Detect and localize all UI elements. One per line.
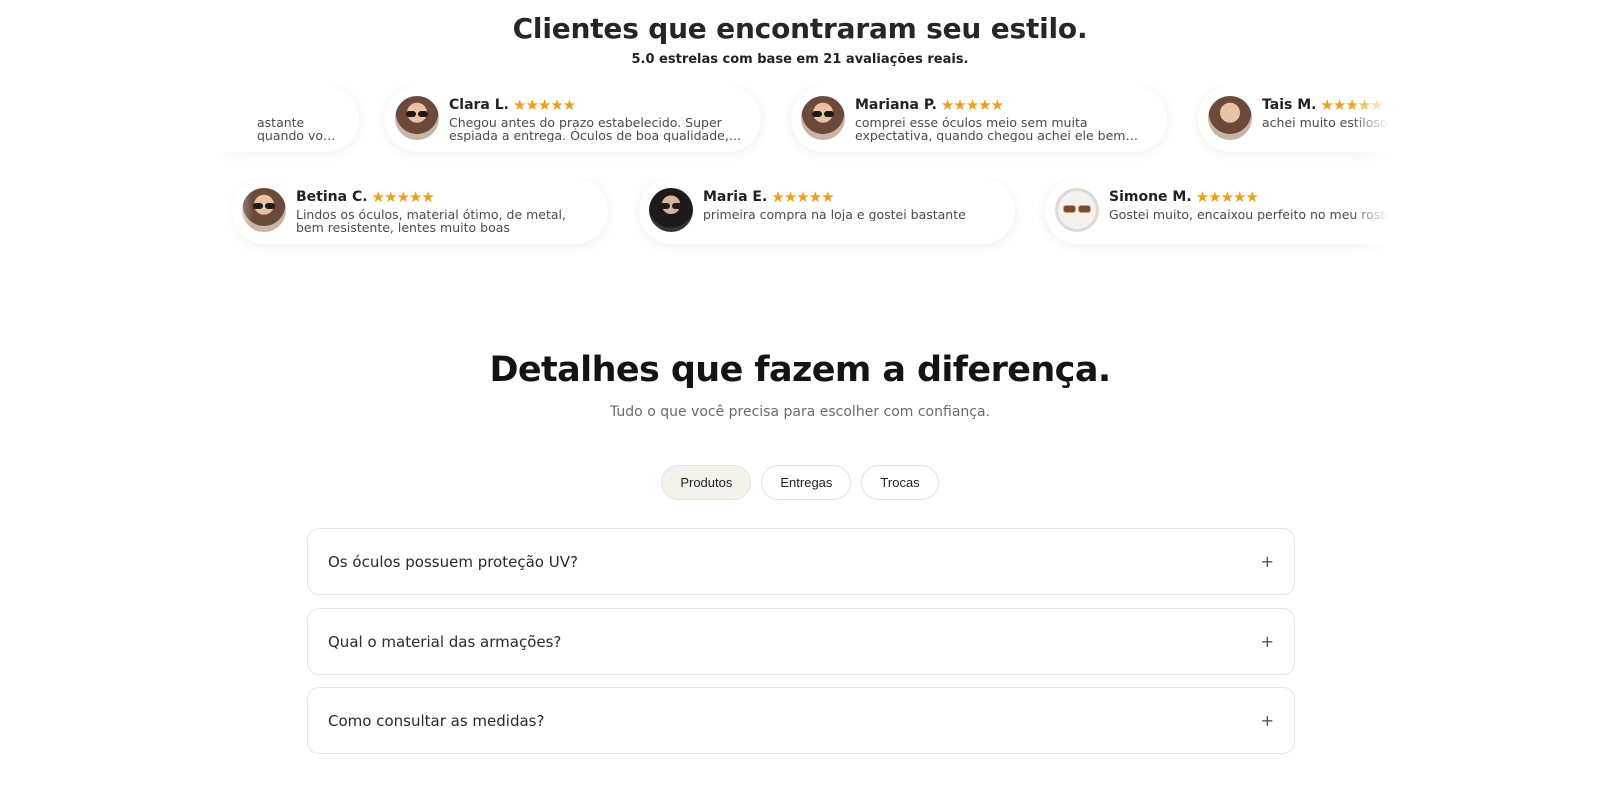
marquee-fade-left <box>213 86 253 162</box>
reviews-subtitle: 5.0 estrelas com base em 21 avaliações r… <box>631 52 969 67</box>
reviewer-name: Maria E. <box>703 189 768 205</box>
plus-icon: + <box>1260 552 1274 571</box>
review-text: comprei esse óculos meio sem muita expec… <box>855 116 1126 142</box>
reviewer-avatar <box>649 188 693 232</box>
plus-icon: + <box>1260 632 1274 651</box>
tab-trocas[interactable]: Trocas <box>861 465 939 500</box>
review-card: Clara L. ★★★★★ Chegou antes do prazo est… <box>385 86 761 152</box>
reviewer-name: Betina C. <box>296 189 368 205</box>
marquee-fade-right <box>1350 86 1390 162</box>
tab-produtos[interactable]: Produtos <box>661 465 752 500</box>
details-title: Detalhes que fazem a diferença. <box>489 350 1111 390</box>
review-card: Betina C. ★★★★★ Lindos os óculos, materi… <box>232 178 608 244</box>
marquee-fade-right <box>1350 178 1390 254</box>
reviewer-name: Simone M. <box>1109 189 1192 205</box>
reviewer-name: Mariana P. <box>855 97 937 113</box>
star-rating-icon: ★★★★★ <box>1195 188 1259 206</box>
review-text: primeira compra na loja e gostei bastant… <box>703 208 966 221</box>
star-rating-icon: ★★★★★ <box>771 188 834 206</box>
faq-item-frame-material[interactable]: Qual o material das armações? + <box>307 608 1295 675</box>
review-card: Mariana P. ★★★★★ comprei esse óculos mei… <box>791 86 1167 152</box>
star-rating-icon: ★★★★★ <box>513 96 576 114</box>
faq-question: Qual o material das armações? <box>328 632 562 651</box>
reviewer-name: Clara L. <box>449 97 509 113</box>
reviewer-avatar <box>1208 96 1252 140</box>
reviewer-avatar <box>395 96 439 140</box>
details-subtitle: Tudo o que você precisa para escolher co… <box>610 404 990 420</box>
review-text: Gostei muito, encaixou perfeito no meu r… <box>1109 208 1390 221</box>
reviewer-avatar <box>801 96 845 140</box>
faq-item-uv-protection[interactable]: Os óculos possuem proteção UV? + <box>307 528 1295 595</box>
review-card: Simone M. ★★★★★ Gostei muito, encaixou p… <box>1045 178 1390 244</box>
reviews-marquee-row-1: ★★★★★ astante quando vou sair Clara L. ★… <box>213 86 1390 162</box>
marquee-fade-left <box>213 178 253 254</box>
review-text: Lindos os óculos, material ótimo, de met… <box>296 208 566 234</box>
review-card: Maria E. ★★★★★ primeira compra na loja e… <box>639 178 1015 244</box>
star-rating-icon: ★★★★★ <box>940 96 1004 114</box>
faq-item-measurements[interactable]: Como consultar as medidas? + <box>307 687 1295 754</box>
product-photo-avatar <box>1055 188 1099 232</box>
star-rating-icon: ★★★★★ <box>371 188 435 206</box>
review-text: astante quando vou sair <box>257 116 331 142</box>
plus-icon: + <box>1260 711 1274 730</box>
faq-tabs: Produtos Entregas Trocas <box>0 465 1600 500</box>
tab-entregas[interactable]: Entregas <box>761 465 852 500</box>
faq-question: Como consultar as medidas? <box>328 711 545 730</box>
review-text: Chegou antes do prazo estabelecido. Supe… <box>449 116 729 142</box>
faq-question: Os óculos possuem proteção UV? <box>328 552 578 571</box>
reviews-marquee-row-2: Betina C. ★★★★★ Lindos os óculos, materi… <box>213 178 1390 254</box>
reviewer-name: Tais M. <box>1262 97 1317 113</box>
reviews-title: Clientes que encontraram seu estilo. <box>512 12 1088 45</box>
